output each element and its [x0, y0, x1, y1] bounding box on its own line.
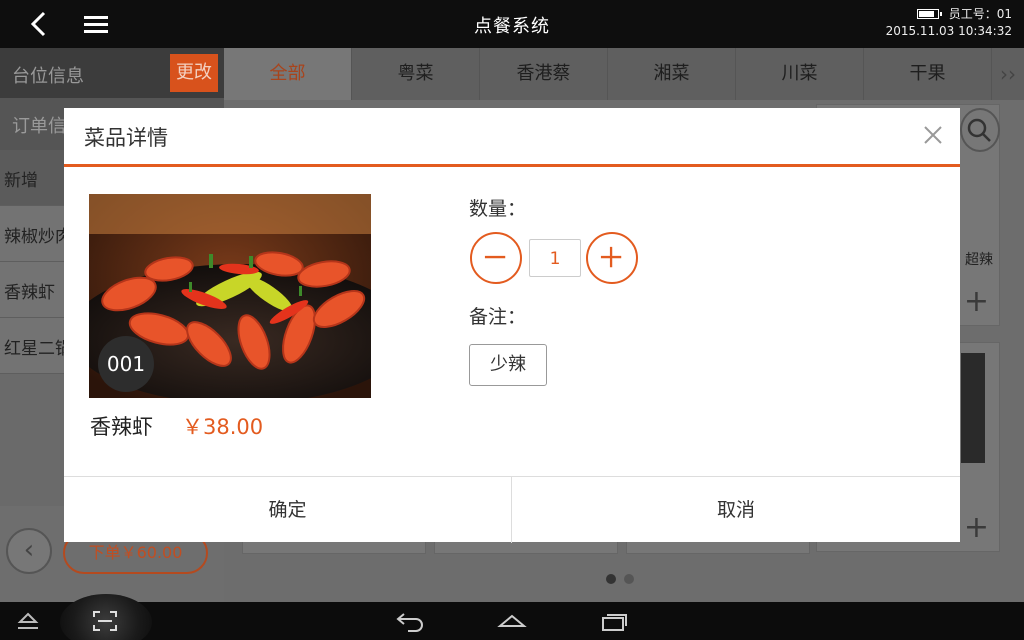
tab-all[interactable]: 全部 — [224, 48, 352, 100]
quantity-input[interactable]: 1 — [529, 239, 581, 277]
top-bar: 点餐系统 员工号：01 2015.11.03 10:34:32 — [0, 0, 1024, 48]
datetime: 2015.11.03 10:34:32 — [885, 24, 1012, 38]
category-tabs: 全部 粤菜 香港蔡 湘菜 川菜 干果 ›› — [224, 48, 1024, 100]
minus-icon[interactable] — [470, 232, 522, 284]
change-table-button[interactable]: 更改 — [170, 54, 218, 92]
status-area: 员工号：01 2015.11.03 10:34:32 — [886, 6, 1012, 40]
dialog-title: 菜品详情 — [84, 126, 168, 150]
app-title: 点餐系统 — [474, 16, 550, 37]
close-icon[interactable] — [920, 122, 946, 148]
title-divider — [64, 164, 960, 167]
tab-cantonese[interactable]: 粤菜 — [352, 48, 480, 100]
dish-name: 香辣虾 — [90, 415, 153, 439]
tab-sichuan[interactable]: 川菜 — [736, 48, 864, 100]
cancel-button[interactable]: 取消 — [512, 477, 960, 543]
page-indicator — [606, 569, 642, 588]
table-info-label: 台位信息 — [12, 66, 84, 87]
dish-detail-dialog: 菜品详情 001 香辣虾 ￥38.00 数量： 1 备注： 少辣 确定 取消 — [64, 108, 960, 543]
back-nav-icon[interactable] — [394, 610, 426, 632]
dish-tag: 超辣 — [965, 252, 993, 268]
dish-number-badge: 001 — [98, 336, 154, 392]
table-info-header: 台位信息 更改 — [0, 48, 224, 98]
employee-id: 员工号：01 — [948, 7, 1012, 21]
keyboard-hide-icon[interactable] — [14, 610, 42, 632]
page-dot[interactable] — [624, 574, 634, 584]
system-nav-bar — [0, 594, 1024, 640]
scan-icon[interactable] — [90, 608, 120, 634]
note-tag-button[interactable]: 少辣 — [469, 344, 547, 386]
note-label: 备注： — [469, 306, 527, 328]
tab-hongkong[interactable]: 香港蔡 — [480, 48, 608, 100]
dish-price: ￥38.00 — [182, 415, 264, 439]
more-tabs-icon[interactable]: ›› — [1000, 62, 1016, 86]
tab-dried-fruit[interactable]: 干果 — [864, 48, 992, 100]
order-info-label: 订单信 — [12, 116, 66, 137]
dialog-footer: 确定 取消 — [64, 476, 960, 543]
qr-code-icon — [961, 353, 985, 463]
add-icon[interactable]: + — [964, 510, 989, 545]
battery-icon — [916, 9, 942, 19]
tab-hunan[interactable]: 湘菜 — [608, 48, 736, 100]
search-icon[interactable] — [960, 108, 1000, 152]
chevron-left-icon[interactable]: ‹ — [6, 528, 52, 574]
recent-apps-icon[interactable] — [598, 609, 630, 633]
plus-icon[interactable] — [586, 232, 638, 284]
page-dot[interactable] — [606, 574, 616, 584]
add-icon[interactable]: + — [964, 284, 989, 319]
quantity-label: 数量： — [469, 198, 527, 220]
confirm-button[interactable]: 确定 — [64, 477, 512, 543]
home-icon[interactable] — [496, 610, 528, 632]
